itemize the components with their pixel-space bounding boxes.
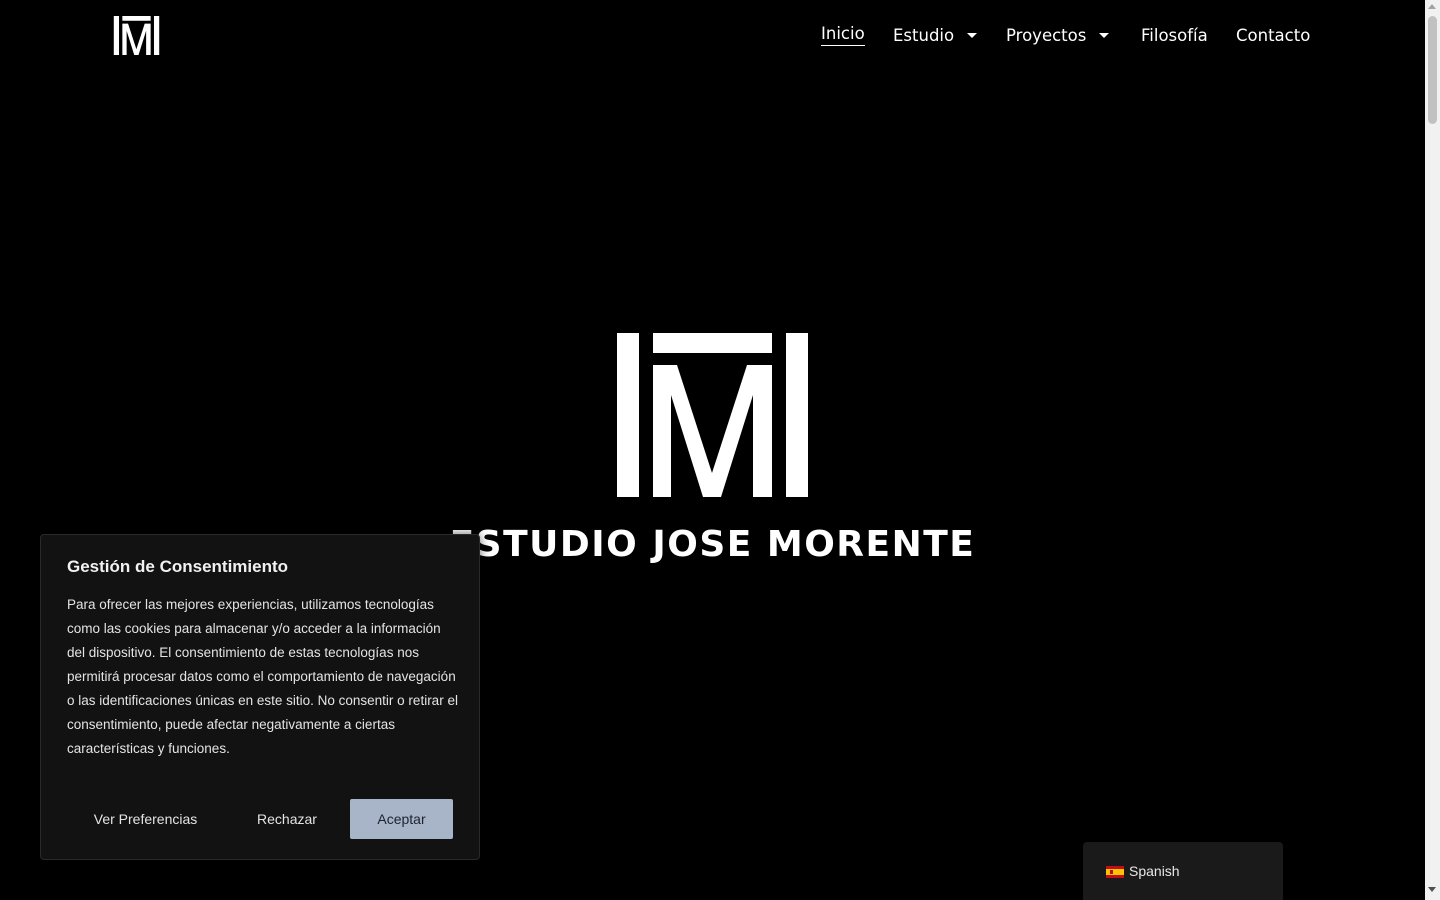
view-preferences-button[interactable]: Ver Preferencias bbox=[67, 799, 224, 839]
consent-banner: Gestión de Consentimiento Para ofrecer l… bbox=[40, 534, 480, 860]
hero-logo bbox=[617, 333, 808, 497]
consent-title: Gestión de Consentimiento bbox=[67, 557, 289, 576]
nav-item-filosofia[interactable]: Filosofía bbox=[1141, 26, 1208, 45]
language-label: Spanish bbox=[1129, 863, 1180, 879]
caret-down-icon bbox=[1099, 32, 1110, 38]
scroll-down-icon[interactable] bbox=[1428, 887, 1436, 892]
nav-item-proyectos[interactable]: Proyectos bbox=[1006, 25, 1110, 45]
header-logo[interactable] bbox=[113, 16, 160, 55]
nav-item-label: Filosofía bbox=[1141, 25, 1208, 45]
scroll-thumb[interactable] bbox=[1428, 16, 1437, 124]
caret-down-icon bbox=[967, 32, 978, 38]
nav-item-label: Contacto bbox=[1236, 25, 1311, 45]
nav-item-contacto[interactable]: Contacto bbox=[1236, 26, 1310, 45]
language-switcher[interactable]: Spanish bbox=[1083, 842, 1283, 900]
spain-flag-icon bbox=[1106, 866, 1124, 878]
nav-item-estudio[interactable]: Estudio bbox=[893, 25, 978, 45]
nav-item-label: Proyectos bbox=[1006, 25, 1087, 45]
nav-item-label: Estudio bbox=[893, 25, 955, 45]
nav-item-label: Inicio bbox=[821, 24, 865, 46]
accept-button[interactable]: Aceptar bbox=[350, 799, 453, 839]
page-scrollbar[interactable] bbox=[1425, 0, 1440, 900]
reject-button[interactable]: Rechazar bbox=[227, 799, 347, 839]
consent-text: Para ofrecer las mejores experiencias, u… bbox=[67, 597, 458, 756]
nav-item-inicio[interactable]: Inicio bbox=[821, 24, 865, 46]
scroll-up-icon[interactable] bbox=[1428, 4, 1436, 9]
